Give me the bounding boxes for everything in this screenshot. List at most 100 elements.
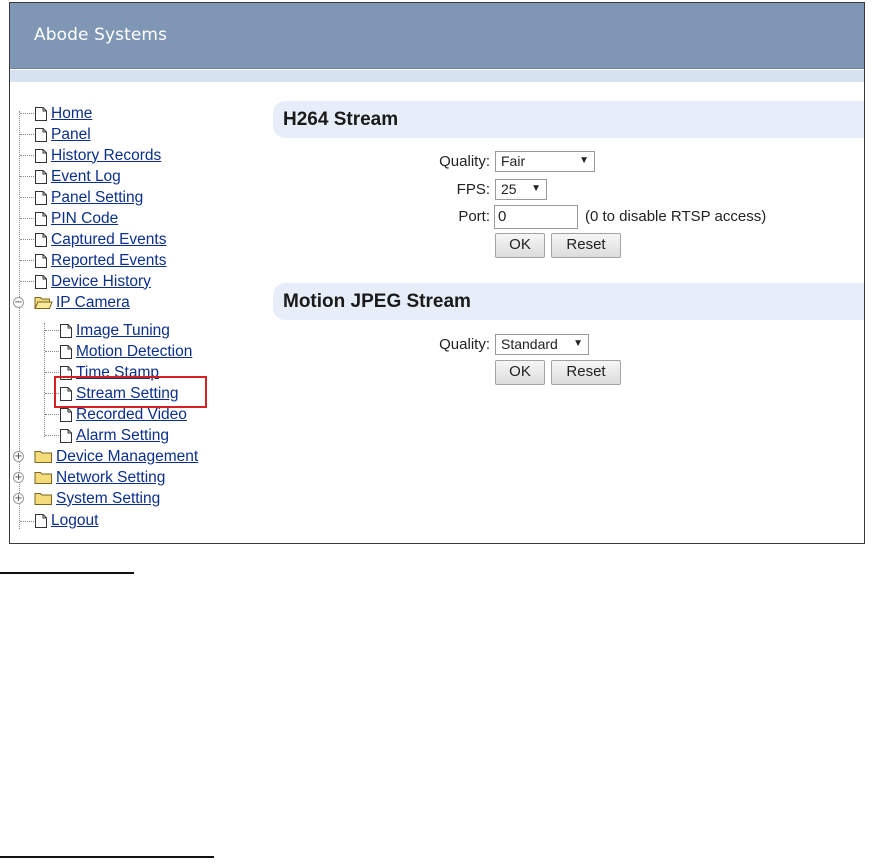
document-icon (60, 428, 72, 443)
document-icon (60, 344, 72, 359)
tree-connector (20, 176, 34, 177)
tree-connector (45, 414, 59, 415)
nav-item-reported-events[interactable]: Reported Events (34, 250, 166, 271)
nav-item-ip-camera[interactable]: IP Camera (34, 292, 130, 313)
h264-quality-label: Quality: (439, 153, 490, 170)
mjpeg-quality-value: Standard (501, 336, 558, 352)
document-icon (35, 106, 47, 121)
document-icon (35, 169, 47, 184)
tree-connector (20, 521, 34, 522)
document-icon (60, 407, 72, 422)
tree-connector (20, 113, 34, 114)
nav-item-logout[interactable]: Logout (34, 510, 98, 531)
nav-item-pin-code[interactable]: PIN Code (34, 208, 118, 229)
h264-fps-value: 25 (501, 181, 517, 197)
header-subbar (10, 70, 864, 82)
nav-item-label[interactable]: Device History (51, 273, 151, 291)
tree-connector (45, 435, 59, 436)
nav-item-history-records[interactable]: History Records (34, 145, 161, 166)
folder-icon (34, 493, 52, 505)
tree-connector (20, 260, 34, 261)
h264-section-title: H264 Stream (283, 109, 399, 130)
nav-item-label[interactable]: Recorded Video (76, 406, 187, 424)
nav-item-event-log[interactable]: Event Log (34, 166, 121, 187)
tree-connector (45, 330, 59, 331)
document-icon (35, 211, 47, 226)
mjpeg-section-title: Motion JPEG Stream (283, 291, 471, 312)
nav-item-label[interactable]: Device Management (56, 448, 198, 466)
tree-connector (20, 155, 34, 156)
document-icon (35, 148, 47, 163)
mjpeg-ok-button[interactable]: OK (495, 360, 545, 385)
nav-item-panel[interactable]: Panel (34, 124, 91, 145)
mjpeg-quality-select[interactable]: Standard ▼ (495, 334, 589, 355)
document-icon (35, 127, 47, 142)
nav-item-label[interactable]: PIN Code (51, 210, 118, 228)
nav-item-motion-detection[interactable]: Motion Detection (59, 341, 192, 362)
h264-port-input[interactable]: 0 (494, 205, 578, 229)
tree-connector (20, 134, 34, 135)
nav-item-label[interactable]: Motion Detection (76, 343, 192, 361)
document-icon (35, 274, 47, 289)
h264-port-label: Port: (458, 208, 490, 225)
tree-connector (20, 281, 34, 282)
document-icon (35, 253, 47, 268)
tree-connector (20, 197, 34, 198)
nav-item-label[interactable]: Panel (51, 126, 91, 144)
nav-item-label[interactable]: Alarm Setting (76, 427, 169, 445)
mjpeg-quality-label: Quality: (439, 336, 490, 353)
selected-item-highlight (54, 376, 207, 408)
nav-item-label[interactable]: Event Log (51, 168, 121, 186)
h264-quality-value: Fair (501, 153, 526, 169)
h264-section-header: H264 Stream (273, 101, 864, 138)
nav-item-label[interactable]: History Records (51, 147, 161, 165)
tree-connector (44, 323, 45, 437)
nav-item-captured-events[interactable]: Captured Events (34, 229, 166, 250)
nav-item-panel-setting[interactable]: Panel Setting (34, 187, 143, 208)
document-underline (0, 856, 214, 858)
tree-connector (19, 111, 20, 529)
tree-connector (20, 218, 34, 219)
folder-icon (34, 472, 52, 484)
nav-item-image-tuning[interactable]: Image Tuning (59, 320, 170, 341)
nav-item-label[interactable]: System Setting (56, 490, 160, 508)
nav-item-alarm-setting[interactable]: Alarm Setting (59, 425, 169, 446)
nav-item-device-history[interactable]: Device History (34, 271, 151, 292)
tree-connector (45, 372, 59, 373)
expand-icon[interactable]: + (13, 451, 24, 462)
folder-open-icon (34, 297, 53, 309)
nav-tree: Home Panel History Records Event Log Pan… (10, 103, 260, 543)
nav-item-label[interactable]: Panel Setting (51, 189, 143, 207)
nav-item-home[interactable]: Home (34, 103, 92, 124)
app-header: Abode Systems (10, 3, 864, 69)
expand-icon[interactable]: + (13, 472, 24, 483)
h264-fps-select[interactable]: 25 ▼ (495, 179, 547, 200)
document-underline (0, 572, 134, 574)
document-icon (60, 323, 72, 338)
nav-item-label[interactable]: Home (51, 105, 92, 123)
collapse-icon[interactable]: − (13, 297, 24, 308)
caret-down-icon: ▼ (579, 155, 589, 166)
nav-item-label[interactable]: Image Tuning (76, 322, 170, 340)
nav-item-label[interactable]: Network Setting (56, 469, 165, 487)
caret-down-icon: ▼ (531, 183, 541, 194)
h264-port-hint: (0 to disable RTSP access) (585, 208, 767, 225)
nav-item-system-setting[interactable]: System Setting (34, 488, 160, 509)
document-icon (35, 513, 47, 528)
nav-item-label[interactable]: Logout (51, 512, 98, 530)
h264-quality-select[interactable]: Fair ▼ (495, 151, 595, 172)
mjpeg-reset-button[interactable]: Reset (551, 360, 621, 385)
h264-reset-button[interactable]: Reset (551, 233, 621, 258)
tree-connector (20, 239, 34, 240)
nav-item-label[interactable]: IP Camera (56, 294, 130, 312)
nav-item-label[interactable]: Captured Events (51, 231, 166, 249)
nav-item-label[interactable]: Reported Events (51, 252, 166, 270)
nav-item-device-management[interactable]: Device Management (34, 446, 198, 467)
h264-fps-label: FPS: (456, 181, 490, 198)
app-window: Abode Systems Home Panel History Records… (9, 2, 865, 544)
h264-ok-button[interactable]: OK (495, 233, 545, 258)
caret-down-icon: ▼ (573, 338, 583, 349)
nav-item-network-setting[interactable]: Network Setting (34, 467, 165, 488)
mjpeg-section-header: Motion JPEG Stream (273, 283, 864, 320)
expand-icon[interactable]: + (13, 493, 24, 504)
